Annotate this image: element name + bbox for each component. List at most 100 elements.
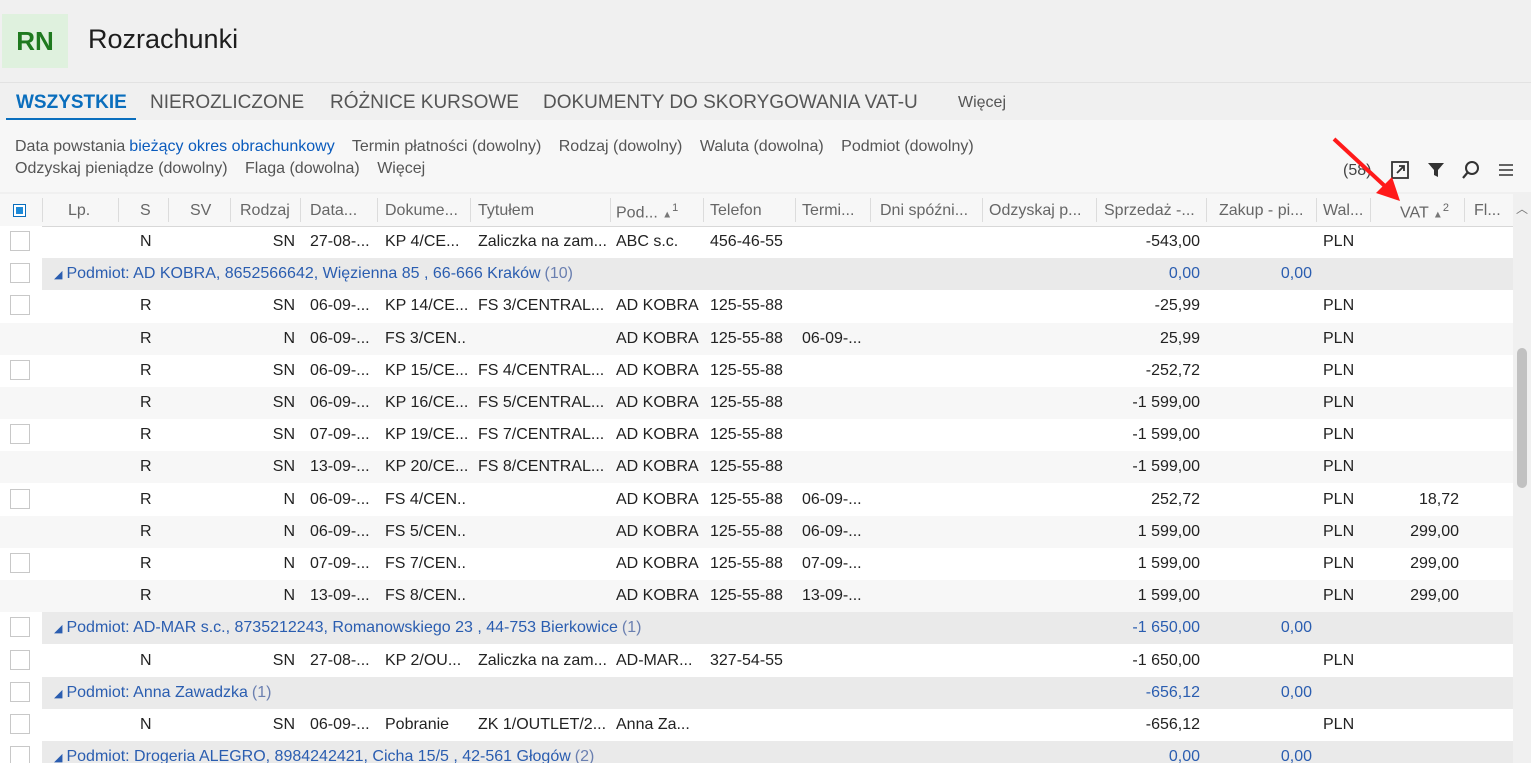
table-row[interactable]: R SN 06-09-... KP 14/CE... FS 3/CENTRAL... AD…: [0, 290, 1513, 322]
header-separator: [118, 198, 119, 222]
column-dni-spoznienia[interactable]: Dni spóźni...: [880, 202, 980, 220]
group-label: ◢ Podmiot: AD KOBRA, 8652566642, Więzienn…: [54, 265, 573, 283]
cell-data: 13-09-...: [310, 458, 370, 476]
filter-flaga[interactable]: Flaga (dowolna): [245, 160, 360, 177]
cell-sprz: -1 650,00: [1132, 651, 1200, 669]
column-termin[interactable]: Termi...: [802, 202, 867, 220]
table-row[interactable]: R N 07-09-... FS 7/CEN... AD KOBRA 125-55-88 0…: [0, 548, 1513, 580]
filter-podmiot[interactable]: Podmiot (dowolny): [841, 138, 974, 155]
cell-s: R: [140, 394, 152, 411]
cell-sprz: -1 599,00: [1132, 394, 1200, 411]
filter-odzyskaj[interactable]: Odzyskaj pieniądze (dowolny): [15, 160, 228, 177]
tab-wszystkie[interactable]: WSZYSTKIE: [16, 92, 127, 114]
cell-pod: AD KOBRA: [616, 490, 699, 508]
filter-rodzaj[interactable]: Rodzaj (dowolny): [559, 138, 683, 155]
group-title: Podmiot: AD-MAR s.c., 8735212243, Romano…: [66, 619, 618, 637]
cell-rodzaj: N: [283, 522, 295, 540]
cell-rodzaj: N: [283, 555, 295, 572]
cell-tel: 125-55-88: [710, 426, 783, 444]
group-sprzedaz-total: -1 650,00: [1132, 619, 1200, 637]
column-dokument[interactable]: Dokume...: [385, 202, 465, 220]
filter-more[interactable]: Więcej: [377, 160, 425, 177]
column-odzyskaj[interactable]: Odzyskaj p...: [989, 202, 1094, 220]
cell-tel: 327-54-55: [710, 651, 783, 669]
cell-tel: 456-46-55: [710, 233, 783, 250]
cell-s: R: [140, 458, 152, 476]
menu-icon[interactable]: [1498, 160, 1514, 185]
row-checkbox[interactable]: [10, 263, 30, 284]
table-row[interactable]: R SN 13-09-... KP 20/CE... FS 8/CENTRAL... AD…: [0, 451, 1513, 484]
cell-sprz: -252,72: [1145, 361, 1200, 379]
cell-vat: 299,00: [1410, 555, 1459, 572]
cell-wal: PLN: [1323, 458, 1355, 476]
cell-wal: PLN: [1323, 651, 1355, 669]
cell-dok: FS 7/CEN...: [385, 555, 467, 572]
cell-sprz: -1 599,00: [1132, 426, 1200, 444]
table-row[interactable]: R SN 06-09-... KP 16/CE... FS 5/CENTRAL... AD…: [0, 387, 1513, 419]
column-telefon[interactable]: Telefon: [710, 202, 795, 220]
table-row[interactable]: R N 06-09-... FS 3/CEN... AD KOBRA 125-55-88 0…: [0, 322, 1513, 355]
row-checkbox[interactable]: [10, 746, 30, 763]
group-count: (10): [544, 265, 573, 283]
cell-tyt: FS 7/CENTRAL...: [478, 426, 605, 444]
table-row[interactable]: R N 06-09-... FS 5/CEN... AD KOBRA 125-55-88 0…: [0, 515, 1513, 548]
cell-data: 06-09-...: [310, 522, 370, 540]
group-row[interactable]: ◢ Podmiot: Anna Zawadzka (1) -656,12 0,00: [42, 676, 1513, 709]
collapse-triangle-icon[interactable]: ◢: [54, 623, 62, 635]
cell-dok: FS 8/CEN...: [385, 587, 467, 605]
column-s[interactable]: S: [140, 202, 160, 220]
select-all-checkbox[interactable]: [13, 204, 26, 217]
filter-waluta[interactable]: Waluta (dowolna): [700, 138, 824, 155]
table-row[interactable]: N SN 06-09-... Pobranie ZK 1/OUTLET/2... Anna…: [0, 709, 1513, 741]
tab-nierozliczone[interactable]: NIEROZLICZONE: [150, 92, 304, 114]
cell-rodzaj: SN: [272, 458, 295, 476]
cell-s: N: [140, 716, 152, 733]
column-zakup[interactable]: Zakup - pi...: [1219, 202, 1314, 220]
collapse-triangle-icon[interactable]: ◢: [54, 752, 62, 763]
search-icon[interactable]: [1461, 160, 1481, 185]
filter-termin[interactable]: Termin płatności (dowolny): [352, 138, 541, 155]
table-row[interactable]: R SN 07-09-... KP 19/CE... FS 7/CENTRAL... AD…: [0, 419, 1513, 451]
collapse-triangle-icon[interactable]: ◢: [54, 269, 62, 281]
collapse-triangle-icon[interactable]: ◢: [54, 688, 62, 700]
sort-asc-icon: ▲: [1432, 209, 1443, 221]
cell-vat: 299,00: [1410, 522, 1459, 540]
group-sprzedaz-total: 0,00: [1168, 748, 1200, 763]
app-logo: RN: [2, 14, 68, 68]
scrollbar-thumb[interactable]: [1517, 348, 1527, 488]
cell-tel: 125-55-88: [710, 361, 783, 379]
tab-dokumenty-vat[interactable]: DOKUMENTY DO SKORYGOWANIA VAT-U: [543, 92, 918, 114]
cell-wal: PLN: [1323, 233, 1355, 250]
table-row[interactable]: R N 13-09-... FS 8/CEN... AD KOBRA 125-55-88 1…: [0, 580, 1513, 613]
filter-data-powstania[interactable]: Data powstania bieżący okres obrachunkowy: [15, 138, 335, 155]
column-flaga[interactable]: Fl...: [1474, 202, 1509, 220]
column-data[interactable]: Data...: [310, 202, 375, 220]
tab-more[interactable]: Więcej: [958, 94, 1006, 112]
cell-tyt: FS 3/CENTRAL...: [478, 297, 605, 315]
cell-s: R: [140, 522, 152, 540]
table-row[interactable]: R N 06-09-... FS 4/CEN... AD KOBRA 125-55-88 0…: [0, 484, 1513, 516]
cell-data: 27-08-...: [310, 233, 370, 250]
group-row[interactable]: ◢ Podmiot: AD KOBRA, 8652566642, Więzienn…: [42, 258, 1513, 291]
cell-rodzaj: SN: [272, 297, 295, 315]
column-lp[interactable]: Lp.: [68, 202, 118, 220]
table-row[interactable]: N SN 27-08-... KP 2/OU... Zaliczka na zam...…: [0, 645, 1513, 677]
group-row[interactable]: ◢ Podmiot: AD-MAR s.c., 8735212243, Roman…: [42, 612, 1513, 645]
scroll-up-icon[interactable]: ︿: [1516, 200, 1528, 217]
column-podmiot[interactable]: Pod... ▲1: [616, 202, 701, 222]
column-tytulem[interactable]: Tytułem: [478, 202, 608, 220]
row-checkbox[interactable]: [10, 617, 30, 638]
table-row[interactable]: N SN 27-08-... KP 4/CE... Zaliczka na zam...…: [0, 226, 1513, 258]
group-row[interactable]: ◢ Podmiot: Drogeria ALEGRO, 8984242421, C…: [42, 741, 1513, 763]
tab-roznice-kursowe[interactable]: RÓŻNICE KURSOWE: [330, 92, 519, 114]
row-checkbox[interactable]: [10, 681, 30, 702]
vertical-scrollbar[interactable]: ︿: [1513, 194, 1531, 763]
cell-wal: PLN: [1323, 716, 1355, 733]
column-sprzedaz[interactable]: Sprzedaż -...: [1104, 202, 1204, 220]
column-sv[interactable]: SV: [190, 202, 220, 220]
column-rodzaj[interactable]: Rodzaj: [240, 202, 295, 220]
table-row[interactable]: R SN 06-09-... KP 15/CE... FS 4/CENTRAL... AD…: [0, 355, 1513, 387]
group-label: ◢ Podmiot: AD-MAR s.c., 8735212243, Roman…: [54, 619, 641, 637]
cell-tel: 125-55-88: [710, 490, 783, 508]
filter-icon[interactable]: [1426, 160, 1446, 185]
